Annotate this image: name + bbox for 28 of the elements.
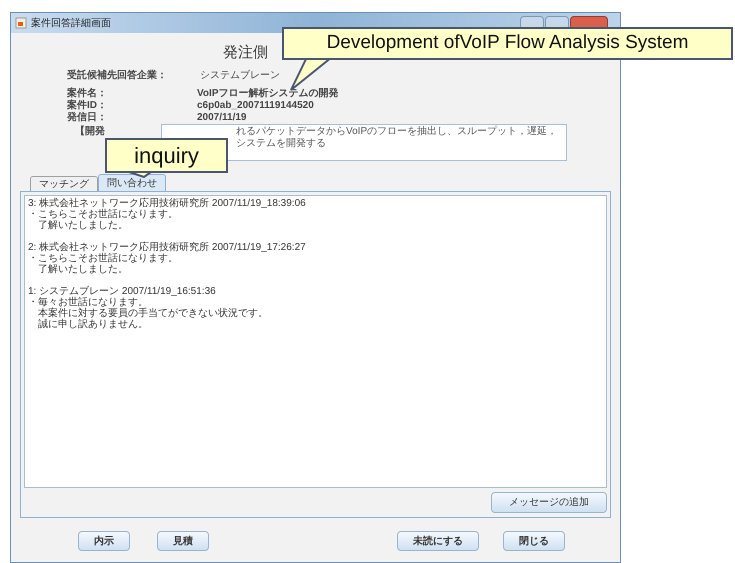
window-title: 案件回答詳細画面 <box>31 16 111 30</box>
action-button[interactable]: 閉じる <box>503 531 565 551</box>
message-text: ・こちらこそお世話になります。 <box>28 209 179 220</box>
tab[interactable]: マッチング <box>30 176 98 191</box>
field-label: 案件名： <box>67 86 108 98</box>
page-heading: 発注側 <box>223 43 268 63</box>
message-text: 了解いたしました。 <box>37 220 129 231</box>
field-value: システムブレーン <box>200 68 280 82</box>
field-label: 案件ID： <box>67 98 108 112</box>
message-text: 本案件に対する要員の手当てができない状況です。 <box>37 308 269 319</box>
description-text: れるパケットデータからVoIPのフローを抽出し、スループット，遅延， <box>236 126 558 138</box>
action-button[interactable]: 内示 <box>78 531 130 551</box>
field-value: c6p0ab_20071119144520 <box>197 98 314 112</box>
field-label: 受託候補先回答企業： <box>67 68 168 82</box>
message-text: ・毎々お世話になります。 <box>28 297 149 308</box>
message-header: 2: 株式会社ネットワーク応用技術研究所 2007/11/19_17:26:27 <box>28 242 307 253</box>
action-button[interactable]: 未読にする <box>397 531 479 551</box>
description-text: システムを開発する <box>236 138 327 150</box>
message-text: 誠に申し訳ありません。 <box>37 319 149 330</box>
tab[interactable]: 問い合わせ <box>98 174 166 191</box>
action-button[interactable]: 見積 <box>157 531 209 551</box>
add-message-button[interactable]: メッセージの追加 <box>491 492 607 513</box>
message-text: ・こちらこそお世話になります。 <box>28 253 179 264</box>
field-label: 発信日： <box>67 110 108 124</box>
message-header: 3: 株式会社ネットワーク応用技術研究所 2007/11/19_18:39:06 <box>28 198 307 209</box>
message-header: 1: システムブレーン 2007/11/19_16:51:36 <box>28 286 217 297</box>
message-text: 了解いたしました。 <box>37 264 129 275</box>
field-value: 2007/11/19 <box>197 110 246 124</box>
